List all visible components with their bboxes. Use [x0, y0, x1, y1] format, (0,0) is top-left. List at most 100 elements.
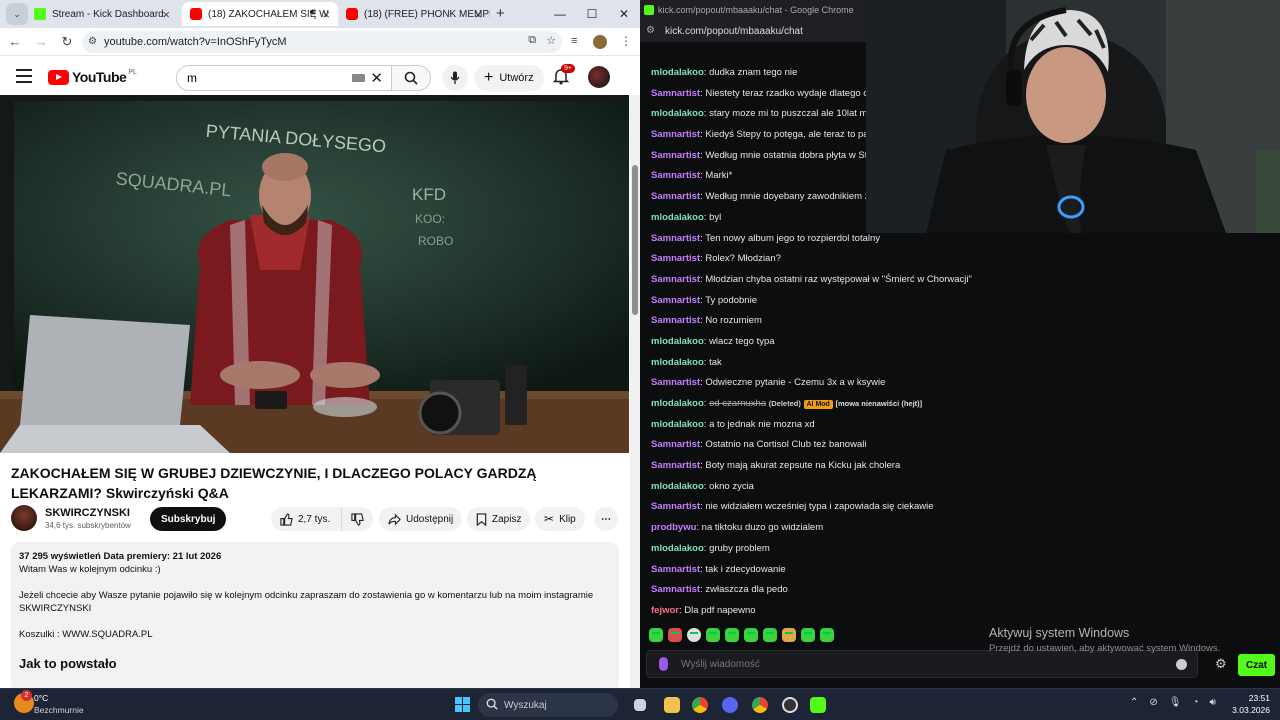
- discord-icon[interactable]: [722, 697, 738, 713]
- site-info-icon[interactable]: ⚙: [88, 36, 97, 47]
- minimize-icon[interactable]: —: [544, 0, 576, 28]
- keyboard-icon[interactable]: [352, 74, 365, 82]
- chat-message-input[interactable]: Wyślij wiadomość: [646, 650, 1198, 678]
- chat-username[interactable]: mlodalakoo: [651, 481, 704, 492]
- subscribe-button[interactable]: Subskrybuj: [150, 507, 227, 531]
- dislike-button[interactable]: [341, 507, 373, 531]
- chat-username[interactable]: Samnartist: [651, 315, 700, 326]
- chat-username[interactable]: mlodalakoo: [651, 67, 704, 78]
- search-input[interactable]: m ✕: [176, 65, 392, 91]
- tab-search-button[interactable]: ⌄: [6, 3, 28, 25]
- close-tab-icon[interactable]: ×: [322, 7, 330, 22]
- chat-username[interactable]: Samnartist: [651, 129, 700, 140]
- speaker-icon[interactable]: 🔊︎: [310, 7, 316, 18]
- emote-icon[interactable]: [706, 628, 720, 642]
- tab-phonk-memphis[interactable]: (18) (FREE) PHONK MEMPHIS ×: [338, 2, 490, 26]
- chat-username[interactable]: mlodalakoo: [651, 398, 704, 409]
- chat-username[interactable]: Samnartist: [651, 460, 700, 471]
- emote-icon[interactable]: [820, 628, 834, 642]
- wifi-icon[interactable]: ◔: [1192, 697, 1198, 708]
- clear-search-icon[interactable]: ✕: [370, 69, 383, 87]
- emoji-picker-icon[interactable]: [1176, 659, 1187, 670]
- address-bar[interactable]: ⚙ youtube.com/watch?v=InOShFyTycM ⧉ ☆: [82, 31, 562, 53]
- chat-username[interactable]: Samnartist: [651, 439, 700, 450]
- scrollbar-thumb[interactable]: [632, 165, 638, 315]
- chrome-icon[interactable]: [692, 697, 708, 713]
- back-icon[interactable]: ←: [4, 31, 26, 53]
- emote-icon[interactable]: [687, 628, 701, 642]
- voice-search-button[interactable]: [442, 65, 468, 91]
- close-window-icon[interactable]: ✕: [608, 0, 640, 28]
- chat-username[interactable]: mlodalakoo: [651, 357, 704, 368]
- voice-icon[interactable]: [659, 657, 668, 671]
- taskbar-search[interactable]: Wyszukaj: [478, 693, 618, 717]
- profile-avatar-icon[interactable]: [593, 35, 607, 49]
- system-clock[interactable]: 23:51 3.03.2026: [1232, 692, 1270, 716]
- like-button[interactable]: 2,7 tys.: [271, 507, 341, 531]
- microphone-icon[interactable]: 🎙︎: [1169, 697, 1182, 708]
- emote-icon[interactable]: [801, 628, 815, 642]
- bookmark-star-icon[interactable]: ☆: [546, 34, 556, 47]
- emote-icon[interactable]: [649, 628, 663, 642]
- new-tab-button[interactable]: +: [496, 5, 505, 22]
- chat-username[interactable]: mlodalakoo: [651, 543, 704, 554]
- tab-youtube-video[interactable]: (18) ZAKOCHAŁEM SIĘ W 🔊︎ ×: [182, 2, 338, 26]
- channel-name[interactable]: SKWIRCZYNSKI: [45, 507, 130, 519]
- emote-icon[interactable]: [725, 628, 739, 642]
- network-icon[interactable]: ⊘: [1149, 697, 1157, 708]
- obs-icon[interactable]: [782, 697, 798, 713]
- file-explorer-icon[interactable]: [664, 697, 680, 713]
- chat-username[interactable]: Samnartist: [651, 564, 700, 575]
- volume-icon[interactable]: 🔊︎: [1210, 697, 1216, 708]
- chat-username[interactable]: mlodalakoo: [651, 108, 704, 119]
- hamburger-menu-icon[interactable]: [16, 69, 32, 83]
- chat-username[interactable]: Samnartist: [651, 584, 700, 595]
- chat-username[interactable]: Samnartist: [651, 295, 700, 306]
- chat-username[interactable]: mlodalakoo: [651, 419, 704, 430]
- chat-username[interactable]: Samnartist: [651, 88, 700, 99]
- chat-username[interactable]: fejwor: [651, 605, 679, 616]
- cast-icon[interactable]: ⧉: [528, 34, 536, 47]
- weather-temperature[interactable]: 0°C: [34, 693, 48, 703]
- emote-icon[interactable]: [668, 628, 682, 642]
- video-player[interactable]: PYTANIA DOŁYSEGO SQUADRA.PL KFD KOO: ROB…: [0, 95, 629, 453]
- channel-avatar[interactable]: [11, 505, 37, 531]
- tab-kick-dashboard[interactable]: Stream - Kick Dashboard ×: [26, 2, 178, 26]
- chat-username[interactable]: Samnartist: [651, 501, 700, 512]
- task-view-icon[interactable]: [634, 699, 646, 711]
- kick-app-icon[interactable]: [810, 697, 826, 713]
- chat-username[interactable]: Samnartist: [651, 170, 700, 181]
- chat-username[interactable]: Samnartist: [651, 253, 700, 264]
- maximize-icon[interactable]: ☐: [576, 0, 608, 28]
- search-button[interactable]: [391, 65, 431, 91]
- clip-button[interactable]: ✂ Klip: [535, 507, 585, 531]
- close-tab-icon[interactable]: ×: [162, 7, 170, 22]
- send-chat-button[interactable]: Czat: [1238, 654, 1276, 676]
- reload-icon[interactable]: ↻: [56, 31, 78, 53]
- account-avatar[interactable]: [588, 66, 610, 88]
- save-button[interactable]: Zapisz: [467, 507, 531, 531]
- chat-username[interactable]: Samnartist: [651, 191, 700, 202]
- page-scrollbar[interactable]: [630, 95, 640, 688]
- share-button[interactable]: Udostępnij: [379, 507, 463, 531]
- chat-username[interactable]: Samnartist: [651, 233, 700, 244]
- media-queue-icon[interactable]: ≡: [571, 35, 577, 47]
- forward-icon[interactable]: →: [30, 31, 52, 53]
- create-button[interactable]: + Utwórz: [474, 65, 544, 91]
- chat-settings-icon[interactable]: ⚙: [1215, 656, 1227, 672]
- site-info-icon[interactable]: ⚙: [646, 25, 655, 36]
- start-menu-icon[interactable]: [455, 697, 470, 712]
- emote-icon[interactable]: [763, 628, 777, 642]
- chat-username[interactable]: Samnartist: [651, 377, 700, 388]
- chrome-profile-icon[interactable]: [752, 697, 768, 713]
- youtube-logo[interactable]: YouTube PL: [48, 69, 137, 85]
- browser-menu-icon[interactable]: ⋮: [620, 34, 632, 48]
- chat-username[interactable]: Samnartist: [651, 150, 700, 161]
- chat-username[interactable]: prodbywu: [651, 522, 696, 533]
- emote-icon[interactable]: [744, 628, 758, 642]
- chat-username[interactable]: mlodalakoo: [651, 336, 704, 347]
- chat-username[interactable]: Samnartist: [651, 274, 700, 285]
- chat-username[interactable]: mlodalakoo: [651, 212, 704, 223]
- tray-overflow-icon[interactable]: ⌃: [1130, 697, 1138, 708]
- close-tab-icon[interactable]: ×: [474, 7, 482, 22]
